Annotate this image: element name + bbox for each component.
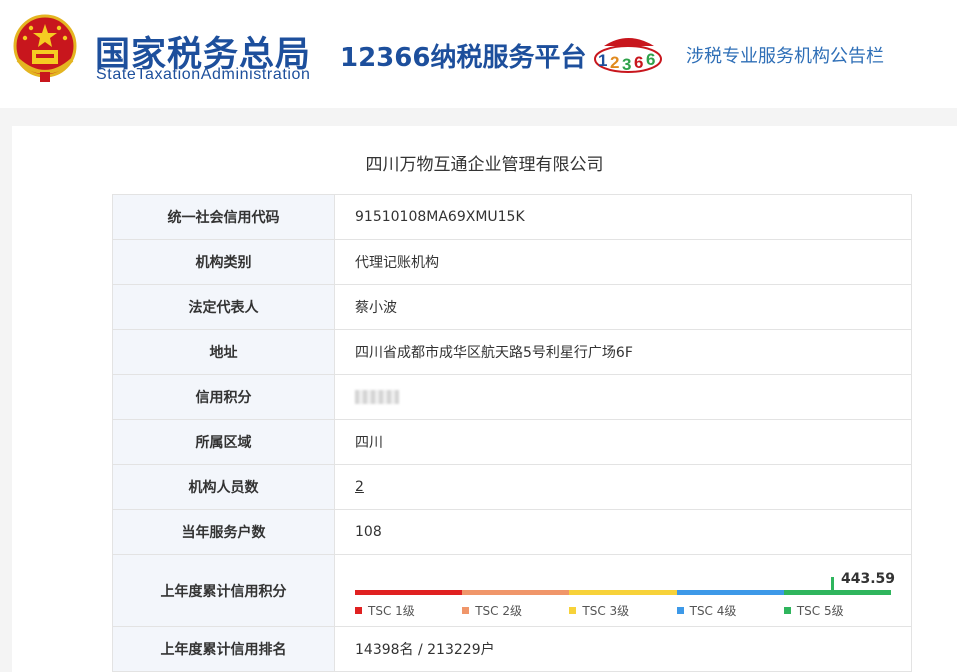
table-row: 所属区域 四川 bbox=[112, 419, 912, 465]
logo-digit: 3 bbox=[622, 55, 631, 74]
logo-digit: 6 bbox=[634, 53, 643, 72]
legend-swatch bbox=[355, 606, 362, 614]
row-label: 统一社会信用代码 bbox=[112, 194, 335, 240]
agency-info-card: 四川万物互通企业管理有限公司 统一社会信用代码 91510108MA69XMU1… bbox=[12, 126, 957, 672]
row-label: 当年服务户数 bbox=[112, 509, 335, 555]
legend-label: TSC 4级 bbox=[689, 603, 737, 618]
staff-count-link[interactable]: 2 bbox=[355, 479, 364, 495]
level-segment bbox=[355, 589, 463, 595]
score-marker bbox=[831, 576, 834, 595]
agency-info-table: 统一社会信用代码 91510108MA69XMU15K 机构类别 代理记账机构 … bbox=[112, 194, 912, 672]
table-row: 机构人员数 2 bbox=[112, 464, 912, 510]
row-label: 机构类别 bbox=[112, 239, 335, 285]
row-label: 法定代表人 bbox=[112, 284, 335, 330]
row-label: 地址 bbox=[112, 329, 335, 375]
legend-item: TSC 4级 bbox=[676, 602, 784, 619]
legal-rep-value: 蔡小波 bbox=[334, 284, 912, 330]
credit-level-scale: 443.59 TSC 1级 TSC 2级 TSC 3级 TSC 4级 TSC 5… bbox=[355, 567, 895, 618]
level-segment bbox=[783, 589, 892, 595]
table-row: 地址 四川省成都市成华区航天路5号利星行广场6F bbox=[112, 329, 912, 375]
level-segment bbox=[569, 589, 677, 595]
12366-logo-icon: 1 2 3 6 6 bbox=[594, 38, 662, 74]
table-row: 机构类别 代理记账机构 bbox=[112, 239, 912, 285]
row-label: 上年度累计信用排名 bbox=[112, 626, 335, 672]
table-row: 统一社会信用代码 91510108MA69XMU15K bbox=[112, 194, 912, 240]
platform-title: 12366纳税服务平台 bbox=[340, 43, 587, 73]
credit-code-value: 91510108MA69XMU15K bbox=[334, 194, 912, 240]
legend-item: TSC 1级 bbox=[355, 602, 462, 619]
legend-item: TSC 3级 bbox=[569, 602, 676, 619]
credit-score-value bbox=[334, 374, 912, 420]
company-name: 四川万物互通企业管理有限公司 bbox=[365, 155, 604, 175]
logo-digit: 1 bbox=[598, 51, 607, 70]
logo-digit: 6 bbox=[646, 50, 655, 69]
row-label: 机构人员数 bbox=[112, 464, 335, 510]
address-value: 四川省成都市成华区航天路5号利星行广场6F bbox=[334, 329, 912, 375]
brand-title-en: StateTaxationAdministration bbox=[96, 66, 311, 83]
legend-swatch bbox=[783, 606, 791, 614]
credit-rank-value: 14398名 / 213229户 bbox=[334, 626, 912, 672]
legend-swatch bbox=[676, 606, 684, 614]
legend-swatch bbox=[569, 606, 577, 614]
national-emblem-icon bbox=[13, 14, 77, 82]
agency-type-value: 代理记账机构 bbox=[334, 239, 912, 285]
table-row: 上年度累计信用排名 14398名 / 213229户 bbox=[112, 626, 912, 672]
legend-item: TSC 2级 bbox=[462, 602, 569, 619]
site-header: 国家税务总局 StateTaxationAdministration 12366… bbox=[0, 0, 957, 108]
region-value: 四川 bbox=[334, 419, 912, 465]
legend-label: TSC 5级 bbox=[796, 603, 844, 618]
table-row: 信用积分 bbox=[112, 374, 912, 420]
level-segment bbox=[462, 589, 570, 595]
legend-swatch bbox=[462, 606, 470, 614]
table-row: 法定代表人 蔡小波 bbox=[112, 284, 912, 330]
served-count-value: 108 bbox=[334, 509, 912, 555]
legend-item: TSC 5级 bbox=[783, 602, 891, 619]
logo-digit: 2 bbox=[610, 53, 619, 72]
score-label: 443.59 bbox=[841, 570, 896, 587]
legend-label: TSC 3级 bbox=[582, 603, 630, 618]
credit-level-bar bbox=[355, 589, 892, 595]
legend-label: TSC 2级 bbox=[475, 603, 522, 618]
level-legend: TSC 1级 TSC 2级 TSC 3级 TSC 4级 TSC 5级 bbox=[355, 602, 891, 619]
table-row: 上年度累计信用积分 443.59 TSC 1级 TSC 2级 TSC 3级 TS… bbox=[112, 554, 912, 627]
table-row: 当年服务户数 108 bbox=[112, 509, 912, 555]
level-segment bbox=[676, 589, 784, 595]
row-label: 信用积分 bbox=[112, 374, 335, 420]
row-label: 所属区域 bbox=[112, 419, 335, 465]
legend-label: TSC 1级 bbox=[368, 603, 415, 618]
bulletin-title: 涉税专业服务机构公告栏 bbox=[686, 46, 884, 67]
redacted-value bbox=[355, 390, 399, 404]
row-label: 上年度累计信用积分 bbox=[112, 554, 335, 627]
